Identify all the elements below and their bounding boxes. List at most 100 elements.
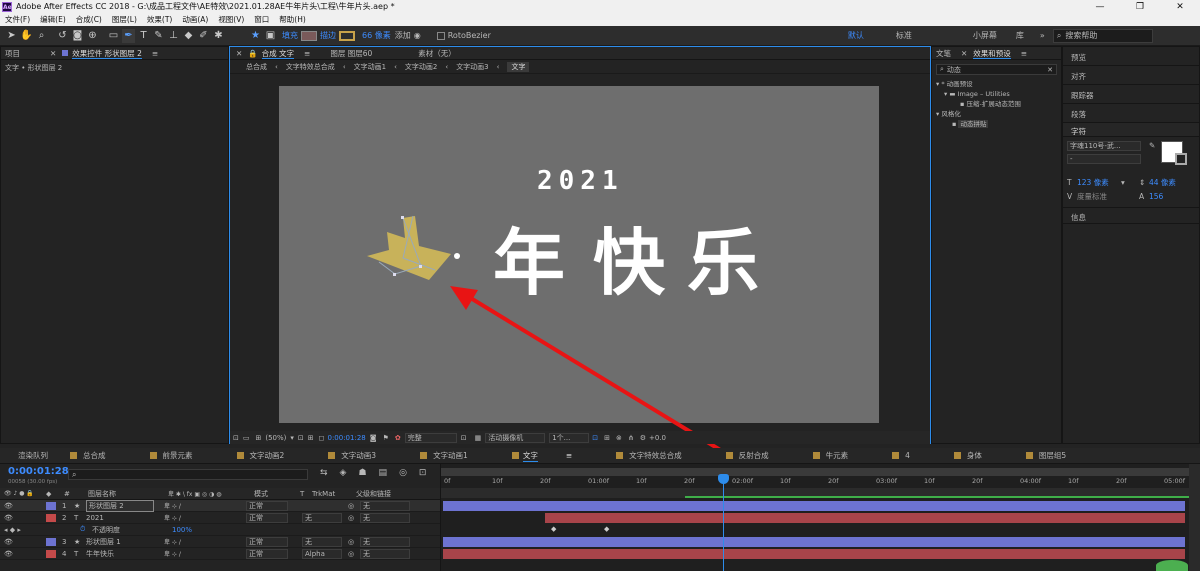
layer-name[interactable]: 形状图层 1: [86, 537, 164, 547]
playhead-line[interactable]: [723, 474, 724, 571]
transparency-grid-icon[interactable]: ▦: [475, 434, 482, 442]
tab-comp[interactable]: 图层组5: [1025, 450, 1088, 461]
timeline-toggle-icon[interactable]: ⊞: [604, 434, 610, 442]
maximize-button[interactable]: ❐: [1120, 2, 1160, 12]
camera-snapshot-icon[interactable]: ◙: [370, 434, 377, 442]
tab-project[interactable]: 项目: [5, 48, 20, 59]
layer-name[interactable]: 形状图层 2: [86, 499, 154, 512]
workspace-library[interactable]: 库: [1016, 30, 1040, 41]
tab-comp[interactable]: 牛元素: [812, 450, 871, 461]
tab-composition-text[interactable]: 合成 文字: [261, 48, 295, 59]
panel-preview[interactable]: 预览: [1063, 47, 1199, 66]
breadcrumb-item-active[interactable]: 文字: [507, 61, 530, 72]
tab-comp-active[interactable]: 文字 ≡: [511, 450, 594, 462]
panel-menu-icon[interactable]: ≡: [304, 49, 310, 58]
fast-preview-icon[interactable]: ⊡: [592, 434, 598, 442]
comp-timecode[interactable]: 0:00:01:28: [327, 434, 365, 442]
tab-comp[interactable]: 身体: [953, 450, 1004, 461]
flowchart-icon[interactable]: ⊗: [616, 434, 622, 442]
draft-3d-icon[interactable]: ◈: [340, 468, 347, 478]
workspace-standard[interactable]: 标准: [896, 30, 954, 41]
panel-info[interactable]: 信息: [1063, 207, 1199, 224]
font-family-dropdown[interactable]: 字魂110号-武...: [1067, 141, 1141, 151]
minimize-button[interactable]: —: [1080, 2, 1120, 12]
panel-character-header[interactable]: 字符: [1063, 123, 1199, 137]
views-dropdown[interactable]: 1个...: [549, 432, 590, 443]
col-layer-name[interactable]: 图层名称: [88, 489, 168, 499]
menu-composition[interactable]: 合成(C): [71, 14, 107, 25]
menu-view[interactable]: 视图(V): [213, 14, 249, 25]
menu-file[interactable]: 文件(F): [0, 14, 35, 25]
layer-bar-4[interactable]: [443, 549, 1185, 559]
layer-label-color[interactable]: [46, 537, 56, 546]
panel-menu-icon[interactable]: ≡: [566, 451, 572, 460]
visibility-icon[interactable]: 👁: [0, 538, 46, 546]
menu-edit[interactable]: 编辑(E): [35, 14, 71, 25]
comp-flowchart-icon[interactable]: ⇆: [320, 468, 328, 478]
blend-mode-dropdown[interactable]: 正常: [246, 536, 288, 547]
tab-comp[interactable]: 文字动画3: [328, 450, 398, 461]
stroke-width-value[interactable]: 66 像素: [362, 30, 391, 41]
selection-tool-icon[interactable]: ➤: [5, 29, 18, 43]
visibility-icon[interactable]: 👁: [0, 514, 46, 522]
tree-item-selected[interactable]: ▪ 动态拼贴: [936, 119, 1061, 129]
show-snapshot-icon[interactable]: ⚑: [383, 434, 389, 442]
camera-tool-icon[interactable]: ◙: [71, 29, 84, 43]
clone-stamp-tool-icon[interactable]: ⊥: [167, 29, 180, 43]
timeline-search-input[interactable]: ⌕: [68, 469, 308, 480]
tab-comp[interactable]: 4: [892, 451, 932, 460]
tree-item[interactable]: ▾ ▬ Image – Utilities: [936, 89, 1061, 99]
panel-menu-icon[interactable]: ≡: [1021, 49, 1027, 58]
pan-behind-tool-icon[interactable]: ⊕: [86, 29, 99, 43]
menu-help[interactable]: 帮助(H): [274, 14, 311, 25]
tree-item[interactable]: ▾ 风格化: [936, 109, 1061, 119]
col-parent[interactable]: 父级和链接: [356, 489, 391, 499]
close-icon[interactable]: ✕: [961, 49, 967, 58]
fit-icon[interactable]: ⊡: [298, 434, 304, 442]
tracking-value[interactable]: 156: [1149, 192, 1163, 201]
tab-effect-controls[interactable]: 效果控件 形状图层 2: [72, 48, 142, 59]
close-icon[interactable]: ✕: [50, 49, 56, 58]
col-mode[interactable]: 模式: [254, 489, 300, 499]
menu-layer[interactable]: 图层(L): [107, 14, 142, 25]
fill-swatch[interactable]: [301, 30, 317, 41]
fill-label[interactable]: 填充: [282, 30, 298, 41]
trkmat-dropdown[interactable]: Alpha: [302, 548, 342, 559]
tab-text-brush[interactable]: 文笔: [936, 48, 951, 59]
layer-name[interactable]: 2021: [86, 514, 164, 522]
layer-switches[interactable]: 卑 ⊹ /: [164, 549, 246, 558]
eyedropper-icon[interactable]: ✎: [1149, 141, 1155, 150]
breadcrumb-item[interactable]: 文字动画1: [354, 62, 386, 72]
add-dropdown-icon[interactable]: ◉: [414, 31, 421, 40]
breadcrumb-item[interactable]: 文字动画2: [405, 62, 437, 72]
tab-comp[interactable]: 总合成: [70, 450, 128, 461]
snapshot-icon[interactable]: ⊡: [233, 434, 239, 442]
mask-feather-icon[interactable]: ▣: [264, 29, 277, 43]
playhead-handle[interactable]: [718, 474, 729, 484]
panel-paragraph[interactable]: 段落: [1063, 104, 1199, 123]
stroke-swatch[interactable]: [339, 30, 355, 41]
color-channel-icon[interactable]: ✿: [395, 434, 401, 442]
reset-exposure-icon[interactable]: ⚙: [640, 434, 646, 442]
col-trkmat[interactable]: TrkMat: [312, 490, 356, 498]
eraser-tool-icon[interactable]: ◆: [182, 29, 195, 43]
menu-window[interactable]: 窗口: [249, 14, 274, 25]
brush-tool-icon[interactable]: ✎: [152, 29, 165, 43]
layer-switches[interactable]: 卑 ⊹ /: [164, 501, 246, 510]
roto-brush-tool-icon[interactable]: ✐: [197, 29, 210, 43]
search-help-field[interactable]: ⌕ 搜索帮助: [1052, 28, 1153, 43]
panel-align[interactable]: 对齐: [1063, 66, 1199, 85]
lock-icon[interactable]: 🔒: [248, 49, 257, 58]
clear-search-icon[interactable]: ✕: [1047, 66, 1053, 74]
font-style-dropdown[interactable]: -: [1067, 154, 1141, 164]
trkmat-dropdown[interactable]: 无: [302, 512, 342, 523]
table-row[interactable]: 👁 1 ★ 形状图层 2 卑 ⊹ / 正常 ◎ 无: [0, 499, 440, 512]
blend-mode-dropdown[interactable]: 正常: [246, 512, 288, 523]
layer-switches[interactable]: 卑 ⊹ /: [164, 513, 246, 522]
monitor-icon[interactable]: ▭: [243, 434, 250, 442]
work-area-bar[interactable]: [441, 468, 1189, 476]
timeline-timecode[interactable]: 0:00:01:28: [8, 466, 69, 477]
frame-blend-icon[interactable]: ▤: [379, 468, 388, 478]
breadcrumb-item[interactable]: 文字特效总合成: [286, 62, 335, 72]
leading-value[interactable]: 44 像素: [1149, 177, 1176, 188]
